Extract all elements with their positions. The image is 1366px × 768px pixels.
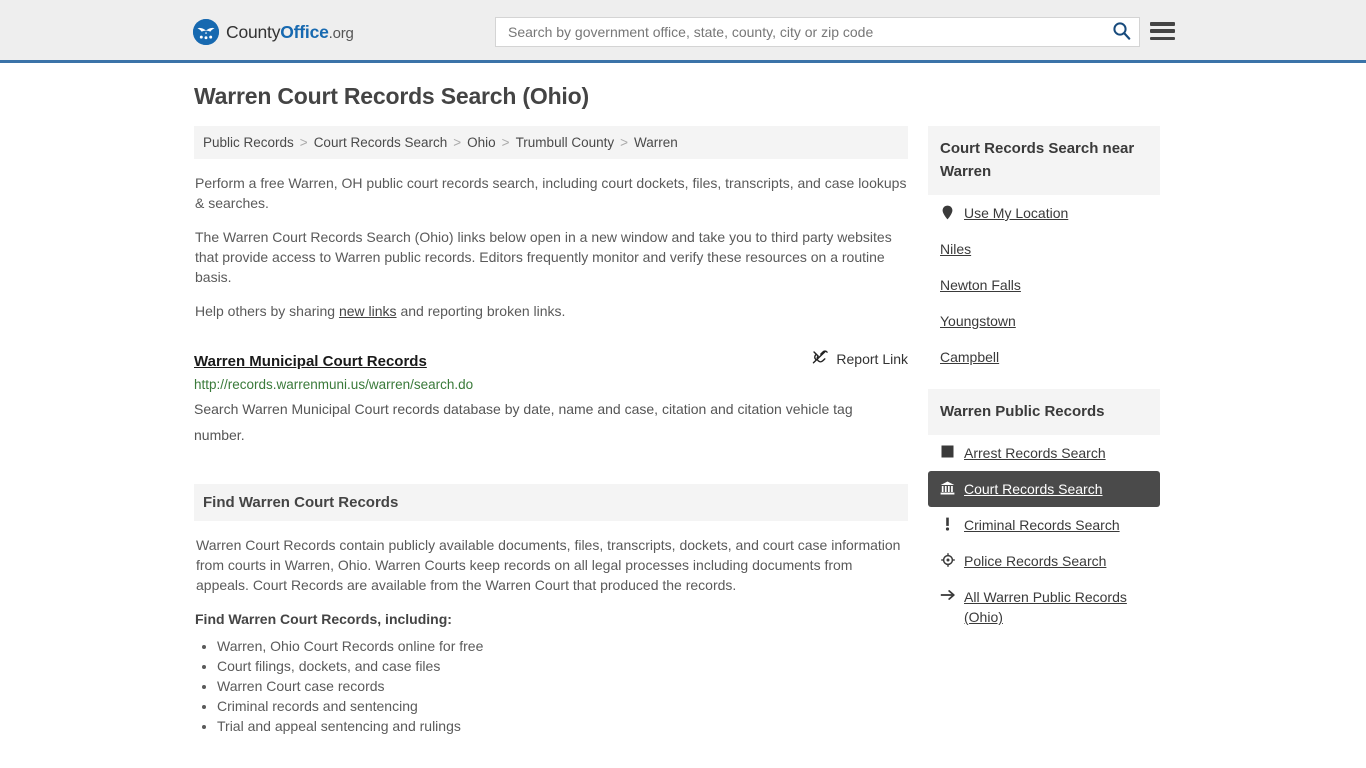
brand-part-office: Office <box>280 21 329 42</box>
exclamation-icon <box>940 517 955 531</box>
sidebar-item-niles[interactable]: Niles <box>928 231 1160 267</box>
fingerprint-icon <box>940 445 955 458</box>
section-heading: Find Warren Court Records <box>194 484 908 521</box>
breadcrumb-separator: > <box>501 135 510 150</box>
report-link-label: Report Link <box>836 351 908 367</box>
sidebar-item-label[interactable]: Police Records Search <box>964 551 1106 571</box>
sidebar-item-label[interactable]: All Warren Public Records (Ohio) <box>964 587 1148 627</box>
search-input[interactable] <box>496 19 1103 45</box>
hamburger-bar-2 <box>1150 29 1175 33</box>
breadcrumb-separator: > <box>620 135 628 150</box>
section-subheading: Find Warren Court Records, including: <box>195 611 452 627</box>
sidebar-near-heading: Court Records Search near Warren <box>928 126 1160 195</box>
sidebar-near-list: Use My Location Niles Newton Falls Young… <box>928 195 1160 375</box>
sidebar-item-newton-falls[interactable]: Newton Falls <box>928 267 1160 303</box>
map-pin-icon <box>940 205 955 220</box>
intro-text-after-link: and reporting broken links. <box>396 303 566 319</box>
page-body: Warren Court Records Search (Ohio) Publi… <box>0 63 1366 736</box>
breadcrumb-item-court-records-search[interactable]: Court Records Search <box>314 135 448 150</box>
list-item: Trial and appeal sentencing and rulings <box>217 716 907 736</box>
breadcrumb-item-public-records[interactable]: Public Records <box>203 135 294 150</box>
breadcrumb: Public Records > Court Records Search > … <box>194 126 908 159</box>
breadcrumb-separator: > <box>453 135 462 150</box>
sidebar-public-records-list: Arrest Records Search Court Records Sear… <box>928 435 1160 635</box>
section-body: Warren Court Records contain publicly av… <box>194 535 908 736</box>
breadcrumb-item-trumbull-county[interactable]: Trumbull County <box>516 135 615 150</box>
sidebar-item-campbell[interactable]: Campbell <box>928 339 1160 375</box>
sidebar-item-all-warren-public-records[interactable]: All Warren Public Records (Ohio) <box>928 579 1160 635</box>
sidebar-item-label[interactable]: Use My Location <box>964 203 1068 223</box>
brand-part-county: County <box>226 21 281 42</box>
hamburger-menu-icon[interactable] <box>1150 20 1175 42</box>
sidebar-item-label[interactable]: Niles <box>940 239 971 259</box>
sidebar-public-records-heading: Warren Public Records <box>928 389 1160 435</box>
list-item: Warren Court case records <box>217 676 907 696</box>
list-item: Court filings, dockets, and case files <box>217 656 907 676</box>
courthouse-icon <box>940 481 955 495</box>
sidebar-item-label[interactable]: Youngstown <box>940 311 1016 331</box>
site-logo[interactable]: CountyOffice.org <box>193 19 354 45</box>
report-link-button[interactable]: Report Link <box>811 349 908 369</box>
new-links-link[interactable]: new links <box>339 303 397 319</box>
result-url[interactable]: http://records.warrenmuni.us/warren/sear… <box>194 377 908 392</box>
sidebar-item-label[interactable]: Campbell <box>940 347 999 367</box>
main-content: Public Records > Court Records Search > … <box>194 126 908 736</box>
site-logo-text: CountyOffice.org <box>226 22 354 43</box>
list-item: Criminal records and sentencing <box>217 696 907 716</box>
list-item: Warren, Ohio Court Records online for fr… <box>217 636 907 656</box>
sidebar-divider <box>928 375 1160 389</box>
intro-paragraph-2: The Warren Court Records Search (Ohio) l… <box>195 229 892 285</box>
broken-link-icon <box>811 349 829 369</box>
sidebar-item-use-my-location[interactable]: Use My Location <box>928 195 1160 231</box>
breadcrumb-item-warren: Warren <box>634 135 678 150</box>
result-item: Warren Municipal Court Records Report Li… <box>194 349 908 448</box>
eagle-seal-icon <box>193 19 219 45</box>
hamburger-bar-3 <box>1150 36 1175 40</box>
search-icon <box>1112 21 1131 43</box>
intro-paragraph-1: Perform a free Warren, OH public court r… <box>195 175 907 211</box>
police-badge-icon <box>940 553 955 567</box>
breadcrumb-item-ohio[interactable]: Ohio <box>467 135 496 150</box>
brand-part-tld: .org <box>328 24 354 42</box>
sidebar-item-arrest-records-search[interactable]: Arrest Records Search <box>928 435 1160 471</box>
section-paragraph: Warren Court Records contain publicly av… <box>196 537 901 593</box>
sidebar: Court Records Search near Warren Use My … <box>928 126 1160 635</box>
intro-text-before-link: Help others by sharing <box>195 303 339 319</box>
sidebar-item-police-records-search[interactable]: Police Records Search <box>928 543 1160 579</box>
global-search-bar[interactable] <box>495 17 1140 47</box>
breadcrumb-separator: > <box>299 135 308 150</box>
sidebar-item-court-records-search[interactable]: Court Records Search <box>928 471 1160 507</box>
site-header: CountyOffice.org <box>0 0 1366 63</box>
sidebar-item-label[interactable]: Criminal Records Search <box>964 515 1120 535</box>
page-title: Warren Court Records Search (Ohio) <box>194 83 589 109</box>
intro-paragraph-3: Help others by sharing new links and rep… <box>194 301 908 321</box>
result-title-link[interactable]: Warren Municipal Court Records <box>194 353 427 370</box>
section-bullet-list: Warren, Ohio Court Records online for fr… <box>195 636 907 736</box>
sidebar-item-label[interactable]: Court Records Search <box>964 479 1103 499</box>
sidebar-item-label[interactable]: Arrest Records Search <box>964 443 1106 463</box>
sidebar-item-youngstown[interactable]: Youngstown <box>928 303 1160 339</box>
arrow-right-icon <box>940 589 955 601</box>
result-description: Search Warren Municipal Court records da… <box>194 401 853 443</box>
search-button[interactable] <box>1103 18 1139 46</box>
sidebar-item-label[interactable]: Newton Falls <box>940 275 1021 295</box>
hamburger-bar-1 <box>1150 22 1175 26</box>
sidebar-item-criminal-records-search[interactable]: Criminal Records Search <box>928 507 1160 543</box>
